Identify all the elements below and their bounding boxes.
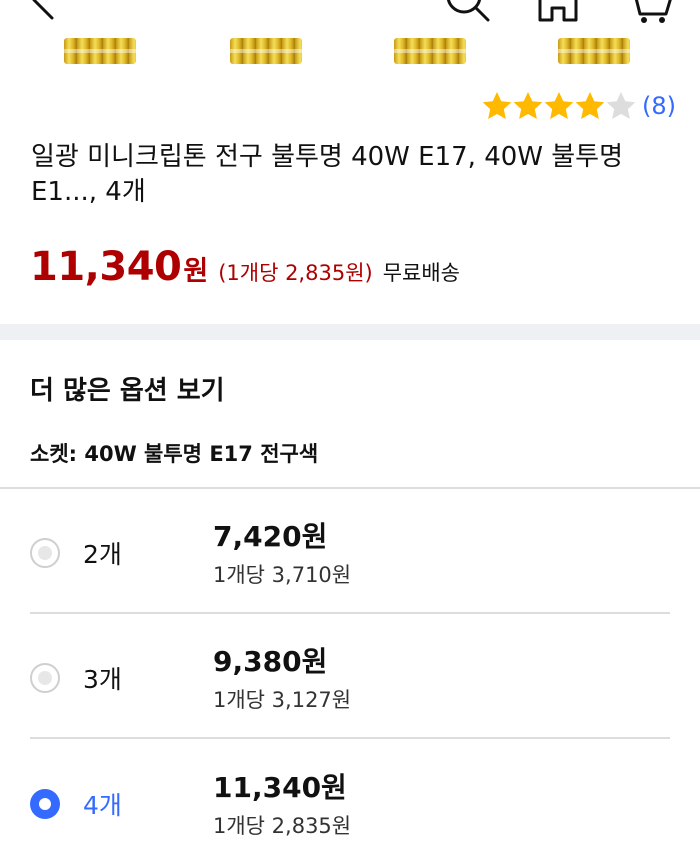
more-options-heading: 더 많은 옵션 보기 <box>30 376 225 406</box>
cart-icon[interactable] <box>624 0 674 24</box>
product-image-bulb-base[interactable] <box>558 38 630 64</box>
product-rating[interactable]: (8) <box>481 88 676 124</box>
star-filled-icon <box>513 92 543 119</box>
option-divider <box>0 487 700 489</box>
unit-price: (1개당 2,835원) <box>218 261 373 285</box>
option-radio-selected[interactable] <box>30 789 60 819</box>
option-quantity: 4개 <box>83 791 122 820</box>
option-quantity: 2개 <box>83 540 122 569</box>
option-quantity: 3개 <box>83 665 122 694</box>
option-unit-price: 1개당 3,127원 <box>213 688 352 712</box>
top-nav-bar <box>0 0 700 24</box>
quantity-option[interactable]: 2개 7,420원 1개당 3,710원 <box>0 490 700 614</box>
option-divider <box>30 737 670 739</box>
section-divider <box>0 324 700 340</box>
product-image-bulb-base[interactable] <box>230 38 302 64</box>
quantity-option[interactable]: 3개 9,380원 1개당 3,127원 <box>0 615 700 739</box>
option-unit-price: 1개당 3,710원 <box>213 563 352 587</box>
free-shipping-label: 무료배송 <box>382 261 460 285</box>
star-filled-icon <box>482 92 512 119</box>
price-currency: 원 <box>183 256 209 287</box>
back-icon[interactable] <box>26 0 66 22</box>
sale-price: 11,340 <box>30 244 182 290</box>
star-filled-icon <box>544 92 574 119</box>
review-count-link[interactable]: (8) <box>642 92 676 120</box>
option-radio[interactable] <box>30 538 60 568</box>
option-price: 11,340원 <box>213 771 347 804</box>
search-icon[interactable] <box>444 0 492 24</box>
home-icon[interactable] <box>534 0 582 22</box>
option-unit-price: 1개당 2,835원 <box>213 814 352 838</box>
quantity-option[interactable]: 4개 11,340원 1개당 2,835원 <box>0 741 700 864</box>
option-radio[interactable] <box>30 663 60 693</box>
socket-option-label: 소켓: 40W 불투명 E17 전구색 <box>30 442 319 466</box>
product-image-bulb-base[interactable] <box>394 38 466 64</box>
rating-stars <box>481 90 636 122</box>
star-filled-icon <box>575 92 605 119</box>
product-image-bulb-base[interactable] <box>64 38 136 64</box>
option-divider <box>30 612 670 614</box>
product-title: 일광 미니크립톤 전구 불투명 40W E17, 40W 불투명 E1..., … <box>31 142 624 207</box>
option-price: 7,420원 <box>213 520 328 553</box>
price-row: 11,340 원 (1개당 2,835원) 무료배송 <box>30 244 460 296</box>
product-image-strip[interactable] <box>0 38 700 68</box>
option-price: 9,380원 <box>213 645 328 678</box>
star-empty-icon <box>606 92 636 119</box>
